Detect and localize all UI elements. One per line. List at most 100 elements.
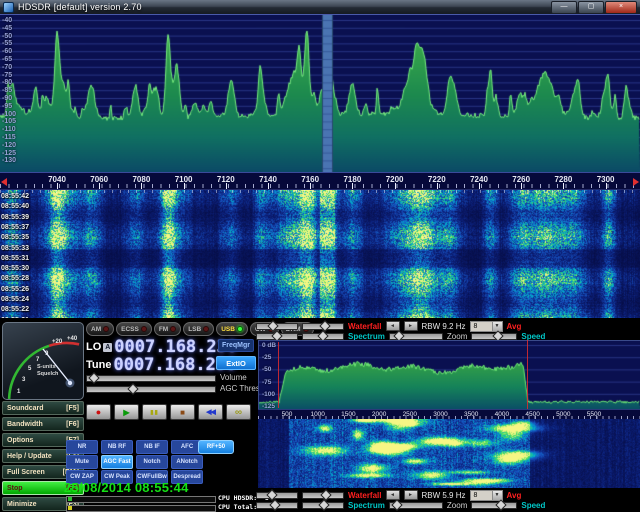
nr-button[interactable]: NR (66, 440, 98, 454)
chevron-down-icon: ▼ (491, 490, 502, 500)
nb-rf-button[interactable]: NB RF (101, 440, 133, 454)
slider-thumb[interactable] (494, 498, 507, 511)
wf-contrast-slider[interactable] (302, 319, 344, 332)
sidebar-label: Bandwidth (7, 420, 43, 428)
audio-freq-tick-label: 4000 (494, 411, 510, 418)
anotch-button[interactable]: ANotch (171, 455, 203, 469)
record-button[interactable]: ● (86, 404, 111, 420)
main-spectrum-canvas[interactable] (0, 15, 640, 172)
lo-label: LO (86, 341, 102, 353)
audio-waterfall-display[interactable] (258, 419, 640, 488)
zoom-slider[interactable] (388, 498, 443, 511)
wf-brightness-slider[interactable] (256, 319, 298, 332)
speed-slider[interactable] (471, 329, 518, 342)
datetime-display[interactable]: 25/08/2014 08:55:44 (64, 480, 189, 495)
slider-thumb[interactable] (319, 319, 331, 332)
maximize-window-button[interactable]: ▢ (578, 0, 604, 14)
s-meter[interactable]: 1 3 5 7 9 +20 +40 S-units Squelch (2, 322, 84, 400)
freq-major-tick (99, 183, 101, 189)
lo-channel-badge[interactable]: A (103, 342, 113, 352)
title-bar[interactable]: HDSDR [default] version 2.70 — ▢ × (0, 0, 640, 14)
avg-select[interactable]: 8 ▼ (469, 489, 503, 501)
loop-icon: ∞ (234, 406, 243, 418)
agc-fast-button[interactable]: AGC Fast (101, 455, 133, 469)
mode-fm-button[interactable]: FM (153, 322, 182, 336)
audio-spectrum-display[interactable]: 0 dB -25 -50 -75 -100 -125 (258, 340, 640, 410)
rewind-button[interactable]: ◀◀ (198, 404, 223, 420)
mute-button[interactable]: Mute (66, 455, 98, 469)
main-frequency-scale[interactable]: 7040 7060 7080 7100 7120 7140 7160 7180 7200 7220… (0, 172, 640, 190)
audio-freq-tick-label: 5000 (556, 411, 571, 418)
freq-major-tick (352, 183, 354, 189)
mode-usb-button[interactable]: USB (216, 322, 248, 336)
db-tick-label: -120 (2, 141, 17, 149)
close-window-button[interactable]: × (605, 0, 637, 14)
slider-thumb[interactable] (266, 488, 278, 501)
audio-frequency-scale[interactable]: 500 1000 1500 2000 2500 3000 3500 4000 4500 5000 5… (258, 409, 640, 419)
mode-label: AM (91, 325, 102, 333)
volume-slider-thumb[interactable] (87, 372, 100, 384)
spectrum-lower-slider[interactable] (302, 498, 344, 511)
speed-slider[interactable] (471, 498, 518, 511)
audio-db-tick-label: 0 dB (262, 342, 277, 349)
audio-spectrum-canvas[interactable] (259, 341, 640, 409)
wf-brightness-slider[interactable] (256, 488, 298, 501)
stop-playback-button[interactable]: ■ (170, 404, 195, 420)
filter-high-edge-marker[interactable] (527, 340, 528, 419)
mode-am-button[interactable]: AM (86, 322, 115, 336)
slider-thumb[interactable] (318, 498, 330, 511)
agc-threshold-slider[interactable] (86, 383, 216, 395)
freq-major-tick (225, 183, 227, 189)
shift-left-button[interactable]: ◄ (385, 490, 400, 500)
audio-waterfall-canvas[interactable] (258, 419, 640, 488)
volume-label: Volume (220, 373, 247, 382)
shift-left-button[interactable]: ◄ (385, 321, 400, 331)
spectrum-upper-slider[interactable] (256, 329, 298, 342)
sidebar-item-bandwidth[interactable]: Bandwidth [F6] (2, 417, 84, 431)
smeter-tick-1: 1 (17, 389, 21, 395)
tune-frequency-row: Tune 0007.168.230 (86, 355, 236, 375)
rbw-value: RBW 5.9 Hz (421, 490, 466, 500)
mode-lsb-button[interactable]: LSB (183, 322, 215, 336)
freqmgr-button[interactable]: FreqMgr (218, 339, 254, 352)
volume-slider[interactable] (86, 372, 216, 384)
main-spectrum-display[interactable]: -40 -45 -50 -55 -60 -65 -70 -75 -80 -85 -90 -95 -100… (0, 14, 640, 172)
main-waterfall-canvas[interactable] (0, 190, 640, 318)
db-tick-label: -100 (2, 110, 17, 118)
spectrum-strip-label: Spectrum (348, 500, 385, 510)
spectrum-upper-slider[interactable] (256, 498, 298, 511)
sidebar-item-soundcard[interactable]: Soundcard [F5] (2, 401, 84, 415)
db-tick-label: -90 (2, 95, 13, 102)
dsp-row-1: NR NB RF NB IF AFC (66, 440, 203, 454)
zoom-slider[interactable] (388, 329, 443, 342)
extio-button[interactable]: ExtIO (216, 356, 256, 370)
mode-ecss-button[interactable]: ECSS (116, 322, 152, 336)
pause-icon: ▮▮ (150, 409, 159, 416)
mode-label: FM (158, 325, 169, 333)
pause-button[interactable]: ▮▮ (142, 404, 167, 420)
shift-right-button[interactable]: ► (403, 321, 418, 331)
slider-thumb[interactable] (390, 498, 403, 511)
minimize-window-button[interactable]: — (551, 0, 577, 14)
mode-led-icon (170, 326, 177, 332)
audio-freq-tick-label: 1000 (310, 411, 325, 418)
play-button[interactable]: ▶ (114, 404, 139, 420)
agc-slider-thumb[interactable] (127, 383, 139, 395)
main-waterfall-display[interactable]: 08:55:42 08:55:40 08:55:39 08:55:37 08:55:35… (0, 190, 640, 324)
notch-button[interactable]: Notch (136, 455, 168, 469)
play-icon: ▶ (123, 407, 130, 417)
slider-thumb[interactable] (320, 488, 332, 501)
rf-gain-button[interactable]: RF+50 (198, 440, 234, 454)
wf-contrast-slider[interactable] (302, 488, 344, 501)
spectrum-lower-slider[interactable] (302, 329, 344, 342)
freq-major-tick (141, 183, 143, 189)
waterfall-timestamp: 08:55:37 (1, 223, 30, 231)
freq-major-tick (268, 183, 269, 189)
sidebar-label: Minimize (7, 500, 37, 508)
freq-major-tick (563, 183, 565, 189)
nb-if-button[interactable]: NB IF (136, 440, 168, 454)
loop-button[interactable]: ∞ (226, 404, 251, 420)
filter-low-edge-marker[interactable] (278, 342, 279, 408)
shift-right-button[interactable]: ► (403, 490, 418, 500)
waterfall-timestamp: 08:55:35 (1, 234, 30, 242)
